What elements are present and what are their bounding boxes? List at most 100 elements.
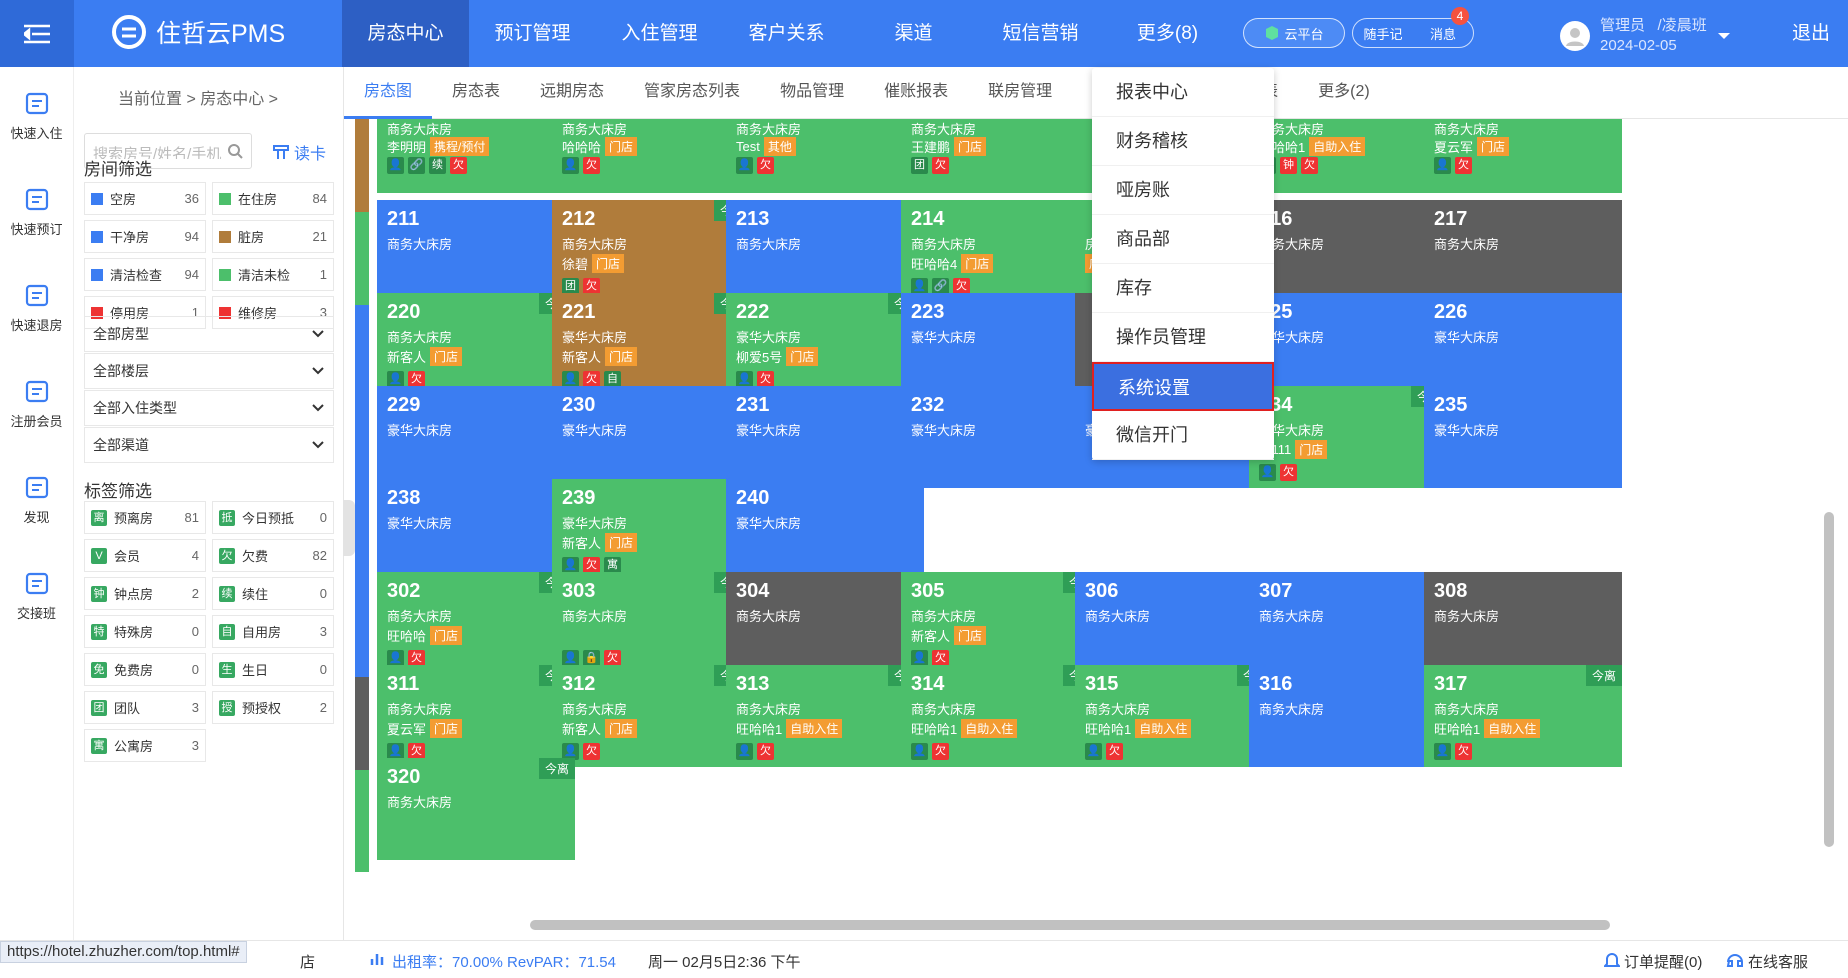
room-card[interactable]: 240 豪华大床房 — [726, 479, 924, 581]
tag-filter-item[interactable]: 授预授权 2 — [212, 691, 334, 724]
room-card[interactable]: 238 豪华大床房 — [377, 479, 575, 581]
nav-item[interactable]: 短信营销 — [977, 0, 1104, 67]
horizontal-scroll-thumb[interactable] — [530, 920, 1610, 930]
notes-button[interactable]: 随手记 — [1353, 24, 1413, 43]
room-filter-item[interactable]: 清洁未检 1 — [212, 258, 334, 291]
tag-filter-item[interactable]: 特特殊房 0 — [84, 615, 206, 648]
user-menu[interactable]: 管理员 /凌晨班 2024-02-05 — [1560, 16, 1731, 56]
tag-filter-item[interactable]: 自自用房 3 — [212, 615, 334, 648]
room-card[interactable]: 316 商务大床房 — [1249, 665, 1447, 767]
room-card-edge[interactable] — [355, 119, 369, 221]
tag-filter-item[interactable]: 续续住 0 — [212, 577, 334, 610]
tag-filter-item[interactable]: 寓公寓房 3 — [84, 729, 206, 762]
tag-filter-item[interactable]: 欠欠费 82 — [212, 539, 334, 572]
rail-register[interactable]: 注册会员 — [0, 355, 73, 451]
subtab[interactable]: 房态表 — [432, 67, 520, 119]
room-card[interactable]: 212商务大床房徐碧门店团欠今离 — [552, 200, 750, 302]
dropdown-item[interactable]: 系统设置 — [1092, 362, 1274, 411]
search-icon[interactable] — [227, 143, 243, 159]
panel-collapse-handle[interactable] — [343, 500, 355, 556]
subtab[interactable]: 更多(2) — [1298, 67, 1390, 119]
room-card[interactable]: 234豪华大床房11111门店👤欠今离 — [1249, 386, 1447, 488]
filter-select[interactable]: 全部入住类型 — [84, 390, 334, 426]
room-filter-item[interactable]: 脏房 21 — [212, 220, 334, 253]
room-card[interactable]: 214 商务大床房 旺哈哈4 门店 👤 🔗 欠 — [901, 200, 1099, 302]
subtab[interactable]: 催账报表 — [864, 67, 968, 119]
room-card[interactable]: 239 豪华大床房 新客人 门店 👤 欠寓 — [552, 479, 750, 581]
room-card[interactable]: 商务大床房 夏云军 门店 👤 欠 — [1424, 119, 1622, 193]
room-card[interactable]: 302商务大床房旺哈哈门店👤欠今离 — [377, 572, 575, 674]
nav-item[interactable]: 更多(8) — [1104, 0, 1231, 67]
dropdown-item[interactable]: 报表中心 — [1092, 68, 1274, 117]
tag-filter-item[interactable]: 生生日 0 — [212, 653, 334, 686]
tag-filter-item[interactable]: 离预离房 81 — [84, 501, 206, 534]
subtab[interactable]: 联房管理 — [968, 67, 1072, 119]
nav-item[interactable]: 预订管理 — [469, 0, 596, 67]
room-card[interactable]: 211 商务大床房 — [377, 200, 575, 302]
tag-filter-item[interactable]: 免免费房 0 — [84, 653, 206, 686]
room-card[interactable]: 213 商务大床房 — [726, 200, 924, 302]
room-card-edge[interactable] — [355, 584, 369, 686]
room-card[interactable]: 225 豪华大床房 — [1249, 293, 1447, 395]
room-card[interactable]: 235 豪华大床房 — [1424, 386, 1622, 488]
rail-booking[interactable]: 快速预订 — [0, 163, 73, 259]
subtab[interactable]: 房态图 — [344, 67, 433, 119]
room-card[interactable]: 307 商务大床房 — [1249, 572, 1447, 674]
room-card[interactable]: 220商务大床房新客人门店👤欠今离 — [377, 293, 575, 395]
room-card[interactable]: 223 豪华大床房 — [901, 293, 1099, 395]
room-card[interactable]: 商务大床房 李明明 携程/预付 👤 🔗 续欠 — [377, 119, 575, 193]
room-card-edge[interactable] — [355, 677, 369, 779]
room-card[interactable]: 232 豪华大床房 — [901, 386, 1099, 488]
room-card[interactable]: 222豪华大床房柳爱5号门店👤欠今离 — [726, 293, 924, 395]
room-card-edge[interactable] — [355, 398, 369, 500]
dropdown-item[interactable]: 财务稽核 — [1092, 117, 1274, 166]
room-card[interactable]: 317 商务大床房 旺哈哈1 自助入住 👤 欠 今离 — [1424, 665, 1622, 767]
room-card[interactable]: 315商务大床房旺哈哈1自助入住👤欠今离 — [1075, 665, 1273, 767]
rail-handover[interactable]: 交接班 — [0, 547, 73, 643]
room-card[interactable]: 216 商务大床房 — [1249, 200, 1447, 302]
app-logo[interactable]: 住哲云PMS — [112, 14, 285, 50]
room-card[interactable]: 商务大床房 哈哈哈 门店 👤 欠 — [552, 119, 750, 193]
room-card[interactable]: 320 商务大床房 今离 — [377, 758, 575, 860]
rail-discover[interactable]: 发现 — [0, 451, 73, 547]
tag-filter-item[interactable]: 团团队 3 — [84, 691, 206, 724]
room-card[interactable]: 303商务大床房👤🔒欠今离 — [552, 572, 750, 674]
tag-filter-item[interactable]: V 会员 4 — [84, 539, 206, 572]
dropdown-item[interactable]: 操作员管理 — [1092, 313, 1274, 362]
room-card[interactable]: 商务大床房 Test 其他 👤 欠 — [726, 119, 924, 193]
filter-select[interactable]: 全部渠道 — [84, 427, 334, 463]
dropdown-item[interactable]: 哑房账 — [1092, 166, 1274, 215]
online-service-button[interactable]: 在线客服 — [1726, 951, 1808, 972]
room-card[interactable]: 217 商务大床房 — [1424, 200, 1622, 302]
room-card[interactable]: 231 豪华大床房 — [726, 386, 924, 488]
room-card-edge[interactable] — [355, 770, 369, 872]
room-card[interactable]: 商务大床房 王建鹏 门店团欠 — [901, 119, 1099, 193]
subtab[interactable]: 管家房态列表 — [624, 67, 760, 119]
read-card-button[interactable]: 读卡 — [272, 140, 326, 164]
rail-home[interactable]: 快速入住 — [0, 67, 73, 163]
room-card-edge[interactable] — [355, 212, 369, 314]
room-card[interactable]: 311商务大床房夏云军门店👤欠今离 — [377, 665, 575, 767]
rail-checkout[interactable]: 快速退房 — [0, 259, 73, 355]
nav-item[interactable]: 房态中心 — [342, 0, 469, 67]
room-card[interactable]: 314商务大床房旺哈哈1自助入住👤欠今离 — [901, 665, 1099, 767]
cloud-platform-button[interactable]: 云平台 — [1243, 18, 1345, 48]
room-card[interactable]: 226 豪华大床房 — [1424, 293, 1622, 395]
room-card[interactable]: 商务大床房旺哈哈1自助入住👤钟欠 — [1249, 119, 1447, 193]
vertical-scrollbar[interactable] — [1822, 140, 1836, 910]
horizontal-scrollbar[interactable] — [370, 918, 1805, 932]
room-card[interactable]: 306 商务大床房 — [1075, 572, 1273, 674]
room-filter-item[interactable]: 空房 36 — [84, 182, 206, 215]
room-card[interactable]: 308 商务大床房 — [1424, 572, 1622, 674]
room-card[interactable]: 312商务大床房新客人门店👤欠今离 — [552, 665, 750, 767]
nav-item[interactable]: 入住管理 — [596, 0, 723, 67]
room-card[interactable]: 230 豪华大床房 — [552, 386, 750, 488]
room-card-edge[interactable] — [355, 305, 369, 407]
filter-select[interactable]: 全部房型 — [84, 316, 334, 352]
room-card-edge[interactable] — [355, 491, 369, 593]
order-alert-button[interactable]: 订单提醒(0) — [1604, 951, 1702, 972]
dropdown-item[interactable]: 库存 — [1092, 264, 1274, 313]
filter-select[interactable]: 全部楼层 — [84, 353, 334, 389]
tag-filter-item[interactable]: 钟钟点房 2 — [84, 577, 206, 610]
subtab[interactable]: 远期房态 — [520, 67, 624, 119]
